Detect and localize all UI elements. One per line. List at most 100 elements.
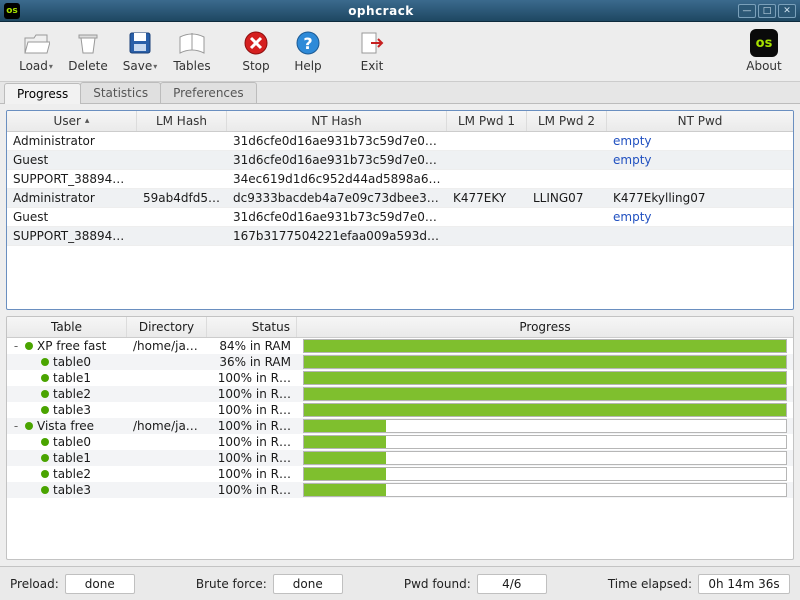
progress-bar: [303, 371, 787, 385]
tree-collapse-icon[interactable]: -: [11, 419, 21, 433]
table-row[interactable]: table1100% in R…: [7, 370, 793, 386]
tables-body[interactable]: -XP free fast/home/janu…84% in RAMtable0…: [7, 338, 793, 498]
col-user-header[interactable]: User▴: [7, 111, 137, 131]
col-lmhash-header[interactable]: LM Hash: [137, 111, 227, 131]
os-badge-icon: os: [4, 3, 20, 19]
cell: SUPPORT_388945a0: [7, 170, 137, 188]
col-lmpwd2-header[interactable]: LM Pwd 2: [527, 111, 607, 131]
table-row[interactable]: Administrator59ab4dfd5…dc9333bacdeb4a7e0…: [7, 189, 793, 208]
progress-bar: [303, 483, 787, 497]
cell: LLING07: [527, 189, 607, 207]
preload-value: done: [65, 574, 135, 594]
table-row[interactable]: table2100% in R…: [7, 386, 793, 402]
cell: [137, 170, 227, 188]
col-dir-header[interactable]: Directory: [127, 317, 207, 337]
table-row[interactable]: table0100% in R…: [7, 434, 793, 450]
cell: empty: [607, 208, 793, 226]
table-row[interactable]: table1100% in R…: [7, 450, 793, 466]
tables-panel: Table Directory Status Progress -XP free…: [6, 316, 794, 560]
found-label: Pwd found:: [404, 577, 471, 591]
table-row[interactable]: -Vista free/home/janu…100% in R…: [7, 418, 793, 434]
status-dot-icon: [41, 470, 49, 478]
help-icon: ?: [293, 28, 323, 58]
status-dot-icon: [25, 422, 33, 430]
status-dot-icon: [41, 390, 49, 398]
delete-label: Delete: [68, 59, 107, 73]
progress-cell: [297, 387, 793, 401]
table-name: table1: [53, 371, 91, 385]
help-button[interactable]: ? Help: [282, 26, 334, 75]
time-value: 0h 14m 36s: [698, 574, 790, 594]
table-row[interactable]: Administrator31d6cfe0d16ae931b73c59d7e0c…: [7, 132, 793, 151]
table-name: table3: [53, 483, 91, 497]
table-name: table2: [53, 467, 91, 481]
cell: [527, 132, 607, 150]
tables-label: Tables: [173, 59, 210, 73]
table-row[interactable]: Guest31d6cfe0d16ae931b73c59d7e0c089c0emp…: [7, 151, 793, 170]
maximize-button[interactable]: □: [758, 4, 776, 18]
delete-button[interactable]: Delete: [62, 26, 114, 75]
status-dot-icon: [25, 342, 33, 350]
status-cell: 84% in RAM: [207, 339, 297, 353]
exit-icon: [357, 28, 387, 58]
exit-button[interactable]: Exit: [346, 26, 398, 75]
progress-bar: [303, 387, 787, 401]
status-cell: 100% in R…: [207, 403, 297, 417]
tables-button[interactable]: Tables: [166, 26, 218, 75]
cell: [137, 227, 227, 245]
about-button[interactable]: os About: [738, 26, 790, 75]
cell: [527, 208, 607, 226]
cell: [137, 132, 227, 150]
minimize-button[interactable]: —: [738, 4, 756, 18]
progress-cell: [297, 403, 793, 417]
col-ntpwd-header[interactable]: NT Pwd: [607, 111, 793, 131]
load-button[interactable]: Load▾: [10, 26, 62, 75]
table-row[interactable]: table2100% in R…: [7, 466, 793, 482]
tab-preferences[interactable]: Preferences: [160, 82, 257, 103]
col-nthash-header[interactable]: NT Hash: [227, 111, 447, 131]
tab-progress[interactable]: Progress: [4, 83, 81, 104]
table-name-cell: table3: [7, 483, 127, 497]
cell: SUPPORT_388945a0: [7, 227, 137, 245]
table-row[interactable]: SUPPORT_388945a034ec619d1d6c952d44ad5898…: [7, 170, 793, 189]
table-row[interactable]: table3100% in R…: [7, 402, 793, 418]
cell: Guest: [7, 151, 137, 169]
table-row[interactable]: table036% in RAM: [7, 354, 793, 370]
status-dot-icon: [41, 374, 49, 382]
main-toolbar: Load▾ Delete Save▾ Tables Stop ? Help: [0, 22, 800, 82]
brute-label: Brute force:: [196, 577, 267, 591]
progress-bar: [303, 435, 787, 449]
table-row[interactable]: SUPPORT_388945a0167b3177504221efaa009a59…: [7, 227, 793, 246]
cell: 31d6cfe0d16ae931b73c59d7e0c089c0: [227, 151, 447, 169]
help-label: Help: [294, 59, 321, 73]
status-dot-icon: [41, 438, 49, 446]
close-button[interactable]: ✕: [778, 4, 796, 18]
progress-cell: [297, 355, 793, 369]
stop-button[interactable]: Stop: [230, 26, 282, 75]
progress-cell: [297, 371, 793, 385]
work-area: User▴ LM Hash NT Hash LM Pwd 1 LM Pwd 2 …: [0, 104, 800, 566]
table-name: table1: [53, 451, 91, 465]
results-body[interactable]: Administrator31d6cfe0d16ae931b73c59d7e0c…: [7, 132, 793, 246]
svg-text:?: ?: [303, 34, 312, 53]
window-title: ophcrack: [24, 4, 738, 18]
table-name-cell: table0: [7, 355, 127, 369]
tree-collapse-icon[interactable]: -: [11, 339, 21, 353]
chevron-down-icon: ▾: [49, 62, 53, 71]
results-panel: User▴ LM Hash NT Hash LM Pwd 1 LM Pwd 2 …: [6, 110, 794, 310]
status-cell: 100% in R…: [207, 483, 297, 497]
table-row[interactable]: -XP free fast/home/janu…84% in RAM: [7, 338, 793, 354]
save-button[interactable]: Save▾: [114, 26, 166, 75]
table-row[interactable]: Guest31d6cfe0d16ae931b73c59d7e0c089c0emp…: [7, 208, 793, 227]
progress-bar: [303, 355, 787, 369]
cell: [607, 227, 793, 245]
col-status-header[interactable]: Status: [207, 317, 297, 337]
table-row[interactable]: table3 100% in R…: [7, 482, 793, 498]
col-lmpwd1-header[interactable]: LM Pwd 1: [447, 111, 527, 131]
col-progress-header[interactable]: Progress: [297, 317, 793, 337]
about-icon: os: [749, 28, 779, 58]
table-name-cell: table2: [7, 467, 127, 481]
col-table-header[interactable]: Table: [7, 317, 127, 337]
tab-statistics[interactable]: Statistics: [80, 82, 161, 103]
dir-cell: /home/janu…: [127, 419, 207, 433]
